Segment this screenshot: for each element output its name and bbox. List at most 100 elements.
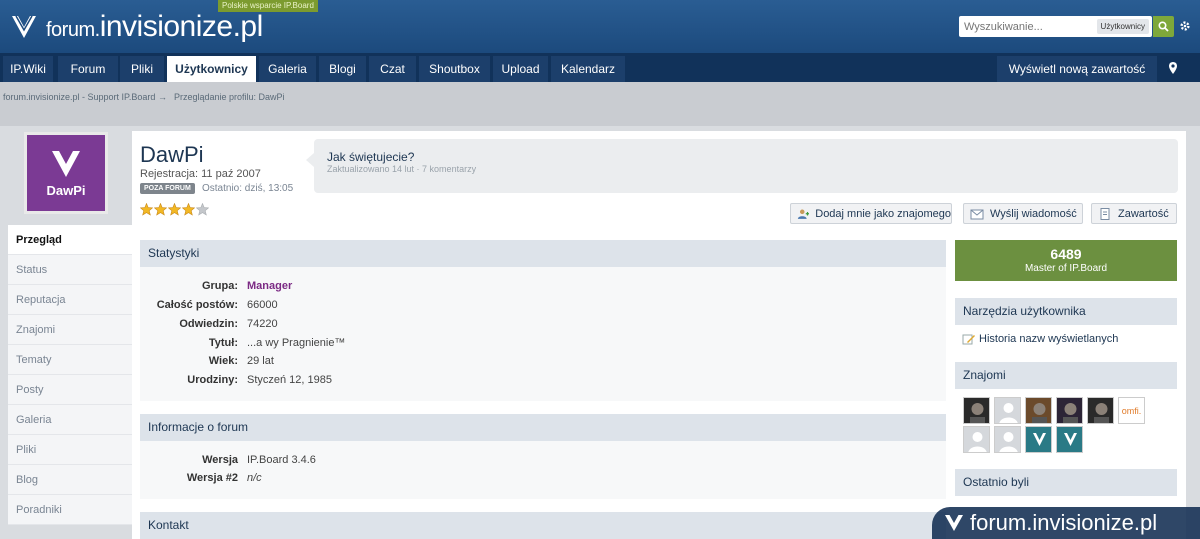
avatar-label: DawPi — [46, 182, 86, 198]
document-icon — [1100, 207, 1110, 220]
registration-date: Rejestracja: 11 paź 2007 — [140, 168, 261, 180]
profile-username: DawPi — [140, 142, 204, 167]
stat-label: Urodziny: — [187, 374, 238, 386]
stat-label: Wiek: — [208, 355, 238, 367]
location-pin-icon[interactable] — [1168, 61, 1178, 75]
stat-value-birthday: Styczeń 12, 1985 — [247, 374, 333, 386]
friend-avatar[interactable] — [1087, 397, 1114, 424]
friend-avatar[interactable] — [1056, 397, 1083, 424]
view-new-content-link[interactable]: Wyświetl nową zawartość (15) — [997, 56, 1157, 102]
display-name-history-link[interactable]: Historia nazw wyświetlanych — [962, 333, 1118, 345]
status-update[interactable]: Jak świętujecie? Zaktualizowano 14 lut ·… — [306, 139, 1178, 193]
post-count-box: 6489 Master of IP.Board — [955, 240, 1177, 281]
breadcrumb-current: Przeglądanie profilu: DawPi — [174, 92, 285, 102]
support-tag: Polskie wsparcie IP.Board — [218, 0, 318, 12]
contact-heading: Kontakt — [140, 512, 946, 539]
tab-upload[interactable]: Upload — [493, 56, 548, 82]
invisionize-logo-icon — [12, 15, 36, 38]
settings-button[interactable] — [1178, 19, 1192, 33]
envelope-icon — [970, 209, 984, 219]
sidebar-item-przeglad[interactable]: Przegląd — [8, 225, 132, 255]
search-input[interactable] — [959, 17, 1087, 36]
rating-stars[interactable] — [140, 203, 209, 216]
online-status-badge: POZA FORUM — [140, 183, 195, 194]
friends-heading: Znajomi — [955, 362, 1177, 389]
star-filled-icon — [154, 203, 167, 216]
breadcrumb: forum.invisionize.pl - Support IP.Board … — [0, 82, 1200, 112]
add-friend-label: Dodaj mnie jako znajomego — [815, 207, 951, 220]
watermark-logo-icon — [945, 515, 963, 531]
sidebar-item-poradniki[interactable]: Poradniki — [8, 495, 132, 525]
friend-avatar[interactable] — [963, 426, 990, 453]
last-seen-text: Ostatnio: dziś, 13:05 — [202, 183, 294, 194]
forum-info-value-version: IP.Board 3.4.6 — [247, 454, 316, 466]
tab-kalendarz[interactable]: Kalendarz — [551, 56, 625, 82]
watermark-text: forum.invisionize.pl — [970, 510, 1158, 535]
breadcrumb-home-link[interactable]: forum.invisionize.pl - Support IP.Board — [3, 92, 155, 102]
friend-logo-text: omfi. — [1121, 406, 1142, 416]
user-tools-heading: Narzędzia użytkownika — [955, 298, 1177, 325]
friend-avatar[interactable] — [963, 397, 990, 424]
stat-label: Całość postów: — [156, 299, 238, 311]
search-scope-select[interactable]: Użytkownicy — [1096, 19, 1149, 34]
status-text: Jak świętujecie? — [327, 150, 415, 164]
sidebar-item-pliki[interactable]: Pliki — [8, 435, 132, 465]
friend-avatar[interactable] — [1025, 426, 1052, 453]
sidebar-item-blog[interactable]: Blog — [8, 465, 132, 495]
status-meta: Zaktualizowano 14 lut · 7 komentarzy — [327, 164, 477, 174]
search-icon — [1158, 21, 1169, 32]
display-name-history-label: Historia nazw wyświetlanych — [979, 333, 1119, 345]
tab-shoutbox[interactable]: Shoutbox — [419, 56, 490, 82]
tab-forum[interactable]: Forum — [58, 56, 118, 82]
star-filled-icon — [140, 203, 153, 216]
member-rank: Master of IP.Board — [1024, 263, 1108, 274]
post-count: 6489 — [1050, 246, 1082, 262]
add-friend-button[interactable]: Dodaj mnie jako znajomego — [790, 203, 952, 224]
send-message-label: Wyślij wiadomość — [990, 207, 1077, 220]
recent-visitors-heading: Ostatnio byli — [955, 469, 1177, 496]
tab-ipwiki[interactable]: IP.Wiki — [3, 56, 53, 82]
content-button[interactable]: Zawartość — [1091, 203, 1177, 224]
stat-label: Grupa: — [201, 280, 238, 292]
tab-blogi[interactable]: Blogi — [319, 56, 366, 82]
star-filled-icon — [182, 203, 195, 216]
site-logo[interactable]: forum.invisionize.pl — [10, 10, 263, 44]
stat-value-posts: 66000 — [247, 299, 278, 311]
watermark: forum.invisionize.pl — [932, 507, 1200, 539]
gear-icon — [1180, 21, 1190, 31]
friend-avatar[interactable] — [1056, 426, 1083, 453]
sidebar-item-tematy[interactable]: Tematy — [8, 345, 132, 375]
friend-avatar[interactable] — [994, 397, 1021, 424]
profile-sidebar: Przegląd Status Reputacja Znajomi Tematy… — [8, 225, 132, 525]
tab-pliki[interactable]: Pliki — [120, 56, 164, 82]
friend-avatar[interactable]: omfi. — [1118, 397, 1145, 424]
star-filled-icon — [168, 203, 181, 216]
star-empty-icon — [196, 203, 209, 216]
tab-czat[interactable]: Czat — [369, 56, 416, 82]
sidebar-item-znajomi[interactable]: Znajomi — [8, 315, 132, 345]
forum-info-value-version2: n/c — [247, 472, 262, 484]
site-logo-text: forum.invisionize.pl — [46, 10, 263, 43]
main-nav: IP.Wiki Forum Pliki Użytkownicy Galeria … — [0, 53, 1200, 102]
stat-value-age: 29 lat — [247, 355, 274, 367]
add-user-icon — [797, 209, 810, 219]
site-header: forum.invisionize.pl Polskie wsparcie IP… — [0, 0, 1200, 53]
tab-uzytkownicy[interactable]: Użytkownicy — [167, 56, 256, 82]
sidebar-item-posty[interactable]: Posty — [8, 375, 132, 405]
search-button[interactable] — [1153, 16, 1174, 37]
sidebar-item-galeria[interactable]: Galeria — [8, 405, 132, 435]
content-label: Zawartość — [1118, 207, 1169, 220]
forum-info-body — [140, 441, 946, 499]
stat-label: Odwiedzin: — [179, 318, 238, 330]
avatar[interactable]: DawPi — [24, 132, 108, 214]
stat-value-group[interactable]: Manager — [247, 280, 292, 292]
breadcrumb-separator: → — [158, 92, 167, 102]
friend-avatar[interactable] — [994, 426, 1021, 453]
sidebar-item-reputacja[interactable]: Reputacja — [8, 285, 132, 315]
stat-value-visits: 74220 — [247, 318, 278, 330]
sidebar-item-status[interactable]: Status — [8, 255, 132, 285]
friend-avatar[interactable] — [1025, 397, 1052, 424]
send-message-button[interactable]: Wyślij wiadomość — [963, 203, 1083, 224]
avatar-logo-icon — [52, 150, 80, 177]
tab-galeria[interactable]: Galeria — [259, 56, 316, 82]
